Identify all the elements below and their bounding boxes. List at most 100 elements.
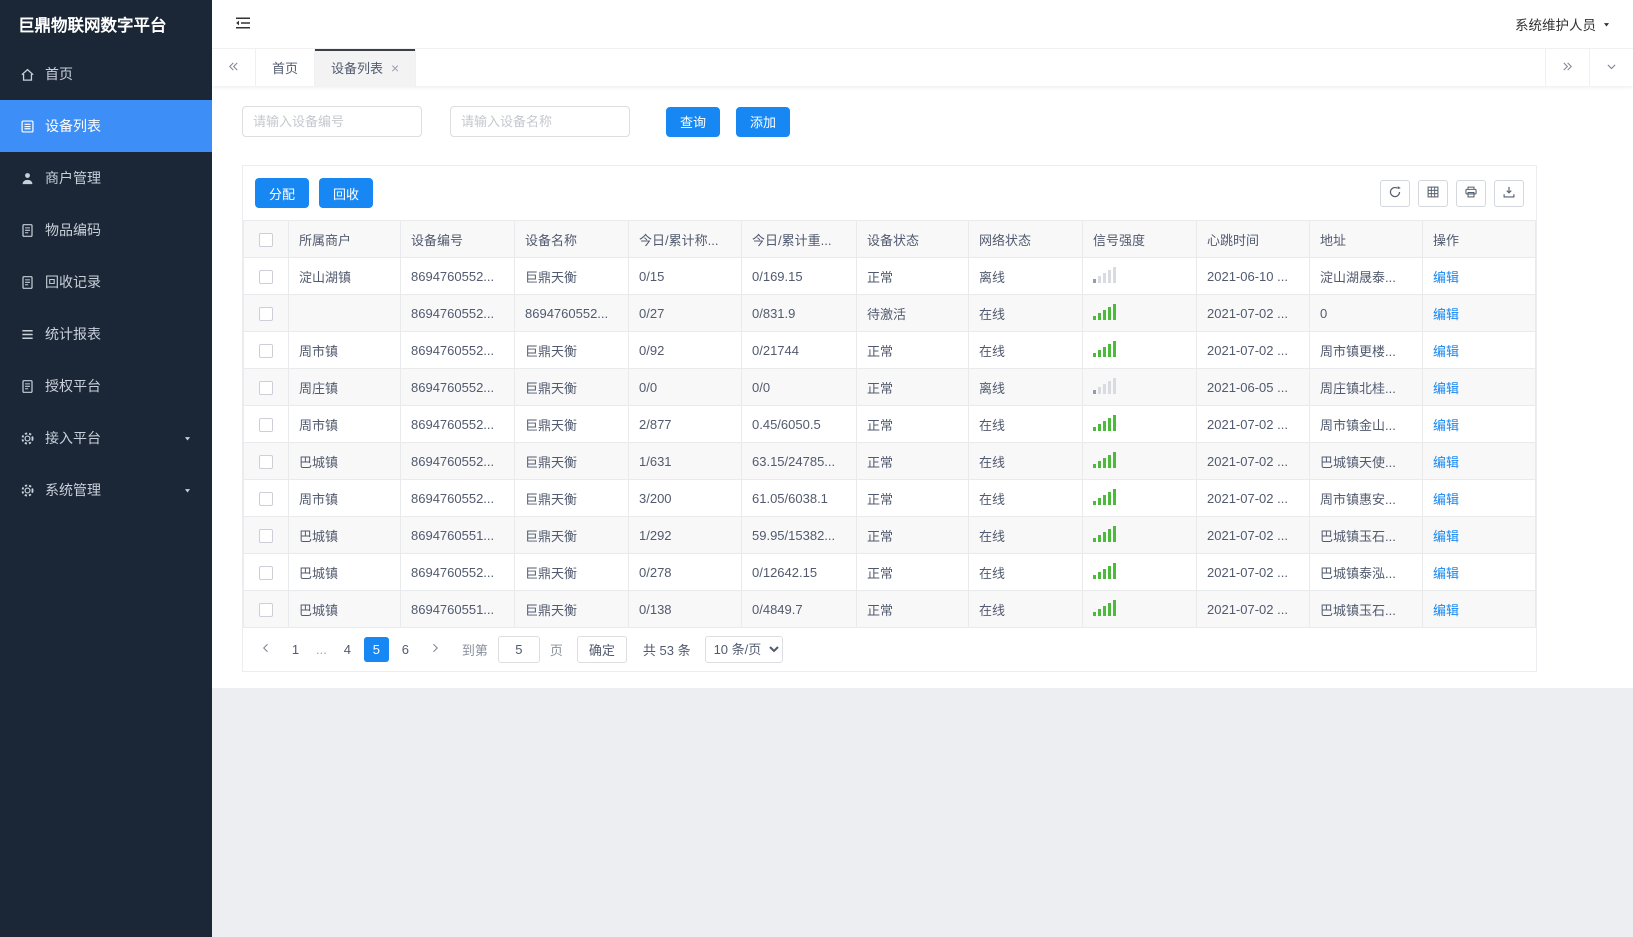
chevrons-right-icon [1561, 60, 1574, 76]
sidebar-item-statistics-report[interactable]: 统计报表 [0, 308, 212, 360]
sidebar-collapse-button[interactable] [234, 15, 252, 34]
cell-heartbeat: 2021-06-05 ... [1196, 368, 1310, 406]
page-button-4[interactable]: 4 [335, 637, 360, 662]
home-icon [20, 67, 35, 82]
cell-status: 待激活 [856, 294, 969, 332]
row-checkbox[interactable] [259, 343, 273, 358]
cell-network-status: 离线 [968, 368, 1083, 406]
cell-heartbeat: 2021-07-02 ... [1196, 590, 1310, 628]
row-checkbox-cell [243, 442, 289, 480]
confirm-button[interactable]: 确定 [576, 636, 627, 663]
cell-network-status: 在线 [968, 294, 1083, 332]
sidebar-item-authorization-platform[interactable]: 授权平台 [0, 360, 212, 412]
row-checkbox[interactable] [259, 565, 273, 580]
cell-merchant: 周市镇 [288, 405, 401, 443]
sidebar-item-label: 设备列表 [45, 118, 101, 134]
column-settings-button[interactable] [1418, 179, 1448, 207]
table-row: 巴城镇 8694760551... 巨鼎天衡 1/292 59.95/15382... 正… [243, 516, 1536, 554]
table-toolbar: 分配 回收 [243, 166, 1536, 220]
edit-link[interactable]: 编辑 [1433, 418, 1459, 433]
cell-count: 1/292 [628, 516, 742, 554]
recycle-button[interactable]: 回收 [319, 178, 374, 208]
assign-button[interactable]: 分配 [255, 178, 310, 208]
cell-count: 0/278 [628, 553, 742, 591]
device-name-input[interactable] [450, 106, 630, 137]
row-checkbox[interactable] [259, 602, 273, 617]
prev-page-button[interactable] [253, 637, 279, 663]
column-header: 设备名称 [514, 220, 629, 258]
page-size-select[interactable]: 10 条/页 [704, 636, 783, 663]
print-button[interactable] [1456, 179, 1486, 207]
cell-device-name: 8694760552... [514, 294, 629, 332]
cell-action: 编辑 [1422, 590, 1536, 628]
cell-device-name: 巨鼎天衡 [514, 590, 629, 628]
signal-bars-icon [1093, 525, 1116, 542]
row-checkbox[interactable] [259, 269, 273, 284]
report-icon [20, 327, 35, 342]
app-title: 巨鼎物联网数字平台 [18, 17, 167, 35]
tabs-scroll-right-button[interactable] [1545, 49, 1589, 86]
close-icon[interactable]: × [391, 61, 399, 75]
tabs-scroll-left-button[interactable] [212, 49, 256, 86]
export-icon [1502, 185, 1516, 202]
sidebar-item-merchant-management[interactable]: 商户管理 [0, 152, 212, 204]
page-button-6[interactable]: 6 [393, 637, 418, 662]
cell-status: 正常 [856, 368, 969, 406]
signal-bars-icon [1093, 562, 1116, 579]
row-checkbox-cell [243, 516, 289, 554]
device-no-input[interactable] [242, 106, 422, 137]
edit-link[interactable]: 编辑 [1433, 455, 1459, 470]
cell-heartbeat: 2021-07-02 ... [1196, 479, 1310, 517]
tab-device-list[interactable]: 设备列表 × [315, 49, 417, 86]
sidebar-item-item-code[interactable]: 物品编码 [0, 204, 212, 256]
user-menu[interactable]: 系统维护人员 [1515, 14, 1611, 34]
refresh-button[interactable] [1380, 179, 1410, 207]
edit-link[interactable]: 编辑 [1433, 270, 1459, 285]
edit-link[interactable]: 编辑 [1433, 529, 1459, 544]
cell-signal [1082, 479, 1197, 517]
cell-network-status: 在线 [968, 442, 1083, 480]
cell-signal [1082, 516, 1197, 554]
edit-link[interactable]: 编辑 [1433, 603, 1459, 618]
column-header: 今日/累计重... [741, 220, 857, 258]
cell-device-name: 巨鼎天衡 [514, 257, 629, 295]
edit-link[interactable]: 编辑 [1433, 566, 1459, 581]
row-checkbox[interactable] [259, 417, 273, 432]
device-table: 所属商户 设备编号 设备名称 今日/累计称... 今日/累计重... 设备状态 网络状态 信号… [243, 220, 1536, 628]
tab-home[interactable]: 首页 [256, 49, 316, 86]
sidebar-item-system-management[interactable]: 系统管理 [0, 464, 212, 516]
cell-device-no: 8694760551... [400, 516, 515, 554]
edit-link[interactable]: 编辑 [1433, 381, 1459, 396]
tabs-menu-button[interactable] [1589, 49, 1633, 86]
row-checkbox[interactable] [259, 528, 273, 543]
add-button[interactable]: 添加 [736, 106, 791, 137]
cell-weight: 0.45/6050.5 [741, 405, 857, 443]
page-button-5[interactable]: 5 [363, 637, 389, 662]
row-checkbox[interactable] [259, 491, 273, 506]
select-all-checkbox[interactable] [259, 232, 273, 247]
goto-page-input[interactable] [497, 636, 540, 663]
table-row: 周市镇 8694760552... 巨鼎天衡 2/877 0.45/6050.5 正常 在线… [243, 405, 1536, 443]
edit-link[interactable]: 编辑 [1433, 344, 1459, 359]
cell-count: 1/631 [628, 442, 742, 480]
sidebar-item-access-platform[interactable]: 接入平台 [0, 412, 212, 464]
page-button-1[interactable]: 1 [283, 637, 308, 662]
pagination: 1... 456 到第 页 确定 共 53 条 10 条/页 [243, 628, 1536, 671]
print-icon [1464, 185, 1478, 202]
cell-weight: 0/169.15 [741, 257, 857, 295]
signal-bars-icon [1093, 377, 1116, 394]
sidebar-item-device-list[interactable]: 设备列表 [0, 100, 212, 152]
row-checkbox[interactable] [259, 306, 273, 321]
tab-label: 首页 [272, 61, 299, 76]
row-checkbox[interactable] [259, 380, 273, 395]
export-button[interactable] [1494, 179, 1524, 207]
row-checkbox-cell [243, 405, 289, 443]
edit-link[interactable]: 编辑 [1433, 307, 1459, 322]
sidebar-item-home[interactable]: 首页 [0, 48, 212, 100]
page-ellipsis: ... [316, 642, 327, 657]
next-page-button[interactable] [422, 637, 448, 663]
sidebar-item-recycle-records[interactable]: 回收记录 [0, 256, 212, 308]
query-button[interactable]: 查询 [666, 106, 721, 137]
edit-link[interactable]: 编辑 [1433, 492, 1459, 507]
row-checkbox[interactable] [259, 454, 273, 469]
